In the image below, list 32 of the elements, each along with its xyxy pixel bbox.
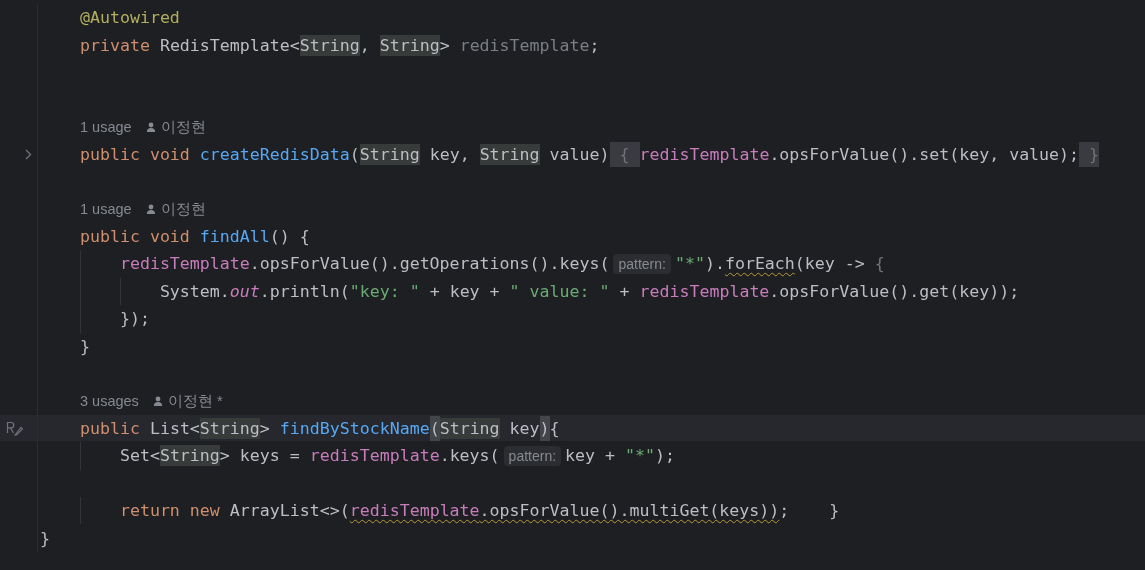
code-line: } <box>78 335 90 358</box>
chevron-right-icon[interactable] <box>25 149 32 161</box>
usage-highlight: String <box>199 417 260 439</box>
usages-link[interactable]: 1 usage <box>80 119 132 136</box>
author-name[interactable]: 이정현 * <box>167 391 223 411</box>
usage-highlight: String <box>439 417 500 439</box>
person-icon <box>145 204 156 215</box>
usage-highlight: String <box>159 444 220 466</box>
code-line: }); <box>118 308 150 331</box>
code-line: Set<String> keys = redisTemplate.keys( pattern: key + "*"); <box>118 443 675 468</box>
parameter-hint: pattern: <box>613 254 671 275</box>
usage-highlight: String <box>359 144 420 166</box>
code-line: } <box>40 527 50 550</box>
parameter-hint: pattern: <box>503 445 562 466</box>
pencil-icon[interactable] <box>6 420 23 436</box>
code-line: System.out.println("key: " + key + " value: " + redisTemplate.opsForValue().get(key)); <box>158 281 1020 304</box>
usage-highlight: String <box>479 144 540 166</box>
person-icon <box>152 396 163 407</box>
code-line: @Autowired <box>78 7 180 30</box>
code-line: public List<String> findByStockName(String key){ <box>40 414 560 442</box>
usages-link[interactable]: 1 usage <box>80 201 132 218</box>
author-name[interactable]: 이정현 <box>160 199 206 219</box>
usage-highlight: String <box>379 34 440 56</box>
code-line: public void findAll() { <box>78 226 310 249</box>
code-line: redisTemplate.opsForValue().getOperations().keys( pattern: "*").forEach(key -> { <box>118 253 885 277</box>
code-line: public void createRedisData(String key, String value) { redisTemplate.opsForValue().set(key, value); } <box>40 141 1100 169</box>
author-name[interactable]: 이정현 <box>160 117 206 137</box>
code-line: private RedisTemplate<String, String> redisTemplate; <box>78 33 600 58</box>
code-line: return new ArrayList<>(redisTemplate.opsForValue().multiGet(keys)); } <box>118 500 840 523</box>
usages-link[interactable]: 3 usages <box>80 393 139 410</box>
usage-highlight: String <box>299 34 360 56</box>
person-icon <box>145 122 156 133</box>
